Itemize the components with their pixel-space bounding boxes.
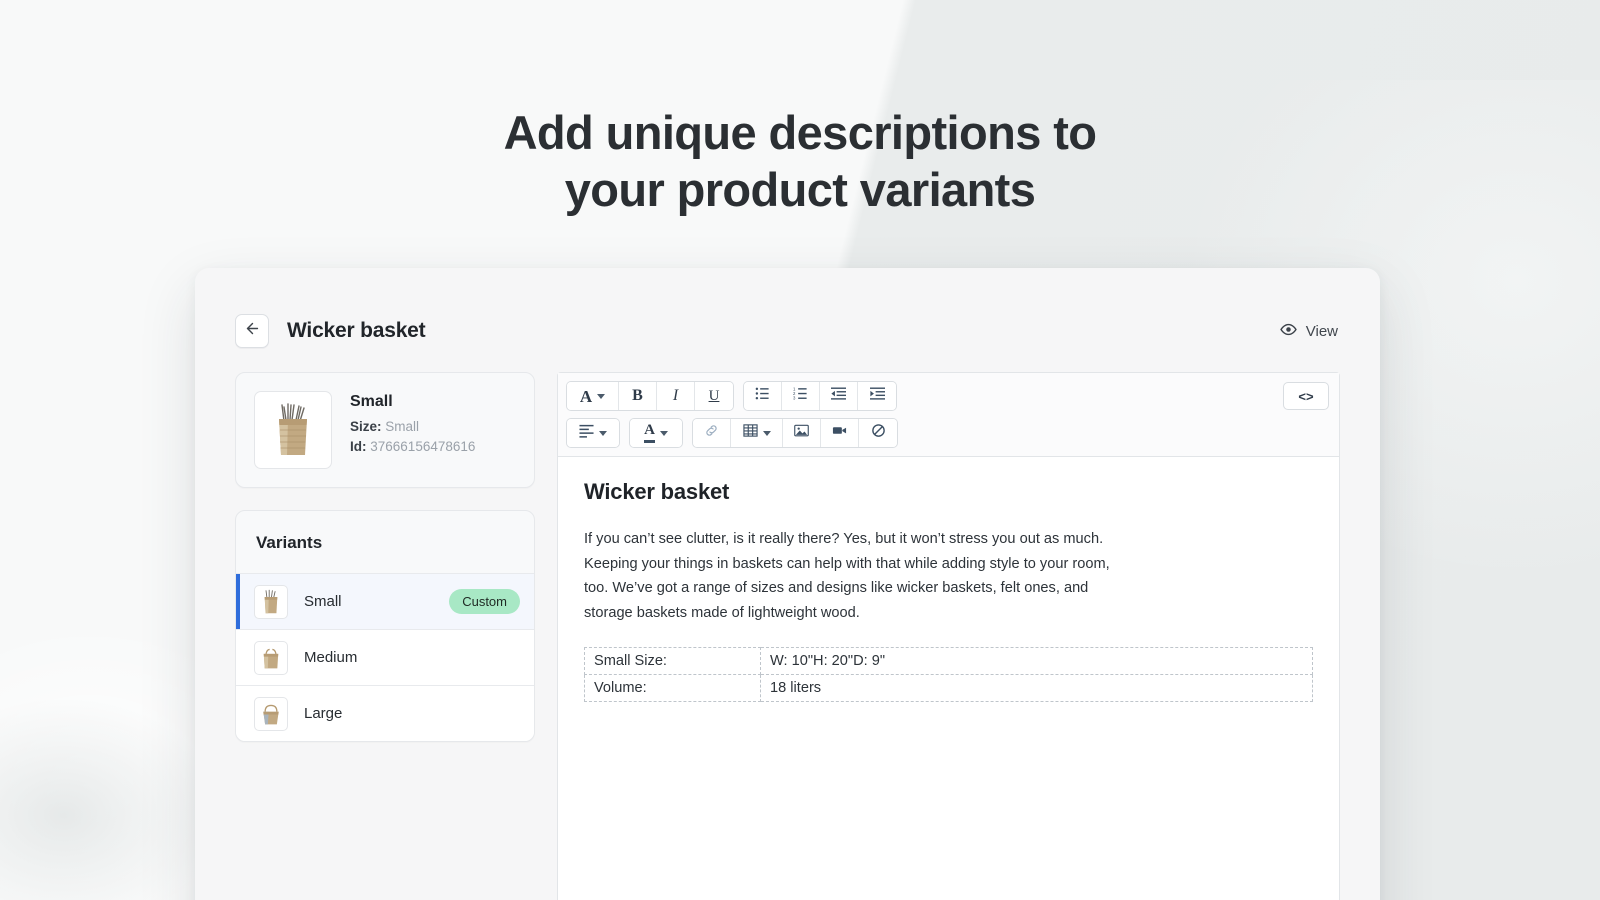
chevron-down-icon [659, 430, 668, 436]
product-id-label: Id: [350, 439, 367, 454]
insert-video-button[interactable] [821, 419, 859, 447]
indent-icon [869, 386, 885, 406]
link-icon [704, 423, 719, 443]
product-summary-card: Small Size: Small Id: 37666156478616 [235, 372, 535, 488]
table-row: Volume: 18 liters [584, 674, 1313, 702]
product-meta: Small Size: Small Id: 37666156478616 [350, 391, 475, 457]
italic-button[interactable]: I [657, 382, 695, 410]
app-window: Wicker basket View Small Size: Small Id:… [195, 268, 1380, 900]
align-dropdown[interactable] [567, 419, 619, 447]
toolbar-group-insert [692, 418, 898, 448]
left-column: Small Size: Small Id: 37666156478616 Var… [235, 372, 535, 900]
editor-content[interactable]: Wicker basket If you can’t see clutter, … [558, 457, 1339, 900]
headline-line-2: your product variants [564, 163, 1036, 216]
product-id-row: Id: 37666156478616 [350, 437, 475, 457]
variant-thumbnail-medium [254, 640, 288, 675]
toolbar-row-1: A B I U 1 2 3 <> [566, 381, 1329, 411]
bulleted-list-button[interactable] [744, 382, 782, 410]
view-button[interactable]: View [1278, 317, 1340, 346]
text-color-icon: A [644, 422, 655, 443]
table-icon [742, 423, 758, 443]
italic-icon: I [672, 387, 679, 404]
product-size-label: Size: [350, 419, 382, 434]
insert-table-dropdown[interactable] [731, 419, 783, 447]
font-family-dropdown[interactable]: A [567, 382, 619, 410]
variant-label: Large [304, 705, 343, 722]
variant-row-small[interactable]: Small Custom [236, 573, 534, 629]
outdent-icon [831, 386, 846, 406]
chevron-down-icon [762, 430, 771, 436]
arrow-left-icon [244, 320, 261, 342]
product-size-value: Small [385, 419, 420, 434]
no-entry-icon [871, 423, 886, 443]
background-fabric-shadow [0, 700, 220, 900]
table-cell-key: Small Size: [584, 647, 761, 675]
page-title: Wicker basket [287, 319, 426, 342]
view-button-label: View [1305, 322, 1338, 340]
chevron-down-icon [599, 430, 607, 436]
toolbar-group-align [566, 418, 620, 448]
table-cell-value: 18 liters [760, 674, 1313, 702]
variant-thumbnail-large [254, 696, 288, 731]
right-column: A B I U 1 2 3 <> A Wicker basket If you … [557, 372, 1340, 900]
toolbar-row-2: A [566, 418, 1329, 448]
app-body: Small Size: Small Id: 37666156478616 Var… [195, 356, 1380, 900]
toolbar-group-lists: 1 2 3 [743, 381, 897, 411]
indent-button[interactable] [858, 382, 896, 410]
font-letter-icon: A [579, 386, 593, 406]
back-button[interactable] [235, 314, 269, 348]
video-icon [832, 423, 847, 443]
variant-label: Small [304, 593, 342, 610]
svg-text:3: 3 [793, 396, 796, 401]
headline-line-1: Add unique descriptions to [503, 106, 1097, 159]
editor-heading: Wicker basket [584, 479, 730, 504]
variant-row-large[interactable]: Large [236, 685, 534, 741]
variant-label: Medium [304, 649, 358, 666]
bold-button[interactable]: B [619, 382, 657, 410]
chevron-down-icon [597, 393, 606, 399]
numbered-list-button[interactable]: 1 2 3 [782, 382, 820, 410]
eye-icon [1279, 321, 1297, 342]
variant-thumbnail-small [254, 584, 288, 619]
product-name: Small [350, 393, 393, 410]
toolbar-group-text-color: A [629, 418, 683, 448]
product-id-value: 37666156478616 [370, 439, 476, 454]
variant-row-medium[interactable]: Medium [236, 629, 534, 685]
variants-panel-title: Variants [256, 533, 323, 552]
bold-icon: B [632, 387, 643, 404]
insert-link-button[interactable] [693, 419, 731, 447]
list-bullet-icon [755, 386, 770, 406]
product-size-row: Size: Small [350, 417, 475, 437]
variants-panel: Variants Small Custom Medium Large [235, 510, 535, 742]
outdent-button[interactable] [820, 382, 858, 410]
underline-button[interactable]: U [695, 382, 733, 410]
clear-formatting-button[interactable] [859, 419, 897, 447]
table-cell-value: W: 10"H: 20"D: 9" [760, 647, 1313, 675]
editor-toolbar: A B I U 1 2 3 <> A [558, 373, 1339, 457]
table-cell-key: Volume: [584, 674, 761, 702]
table-row: Small Size: W: 10"H: 20"D: 9" [584, 647, 1313, 675]
toolbar-group-text-style: A B I U [566, 381, 734, 411]
text-color-dropdown[interactable]: A [630, 419, 682, 447]
page-headline: Add unique descriptions to your product … [0, 104, 1600, 218]
product-thumbnail [254, 391, 332, 469]
app-header: Wicker basket View [195, 268, 1380, 356]
align-left-icon [579, 423, 594, 443]
status-badge: Custom [449, 589, 520, 614]
image-icon [794, 423, 809, 443]
rich-text-editor: A B I U 1 2 3 <> A Wicker basket If you … [557, 372, 1340, 900]
underline-icon: U [708, 387, 720, 404]
code-view-button[interactable]: <> [1283, 382, 1329, 410]
list-numbered-icon: 1 2 3 [793, 386, 808, 406]
insert-image-button[interactable] [783, 419, 821, 447]
editor-paragraph: If you can’t see clutter, is it really t… [584, 531, 1110, 621]
editor-spec-table: Small Size: W: 10"H: 20"D: 9" Volume: 18… [584, 647, 1313, 702]
